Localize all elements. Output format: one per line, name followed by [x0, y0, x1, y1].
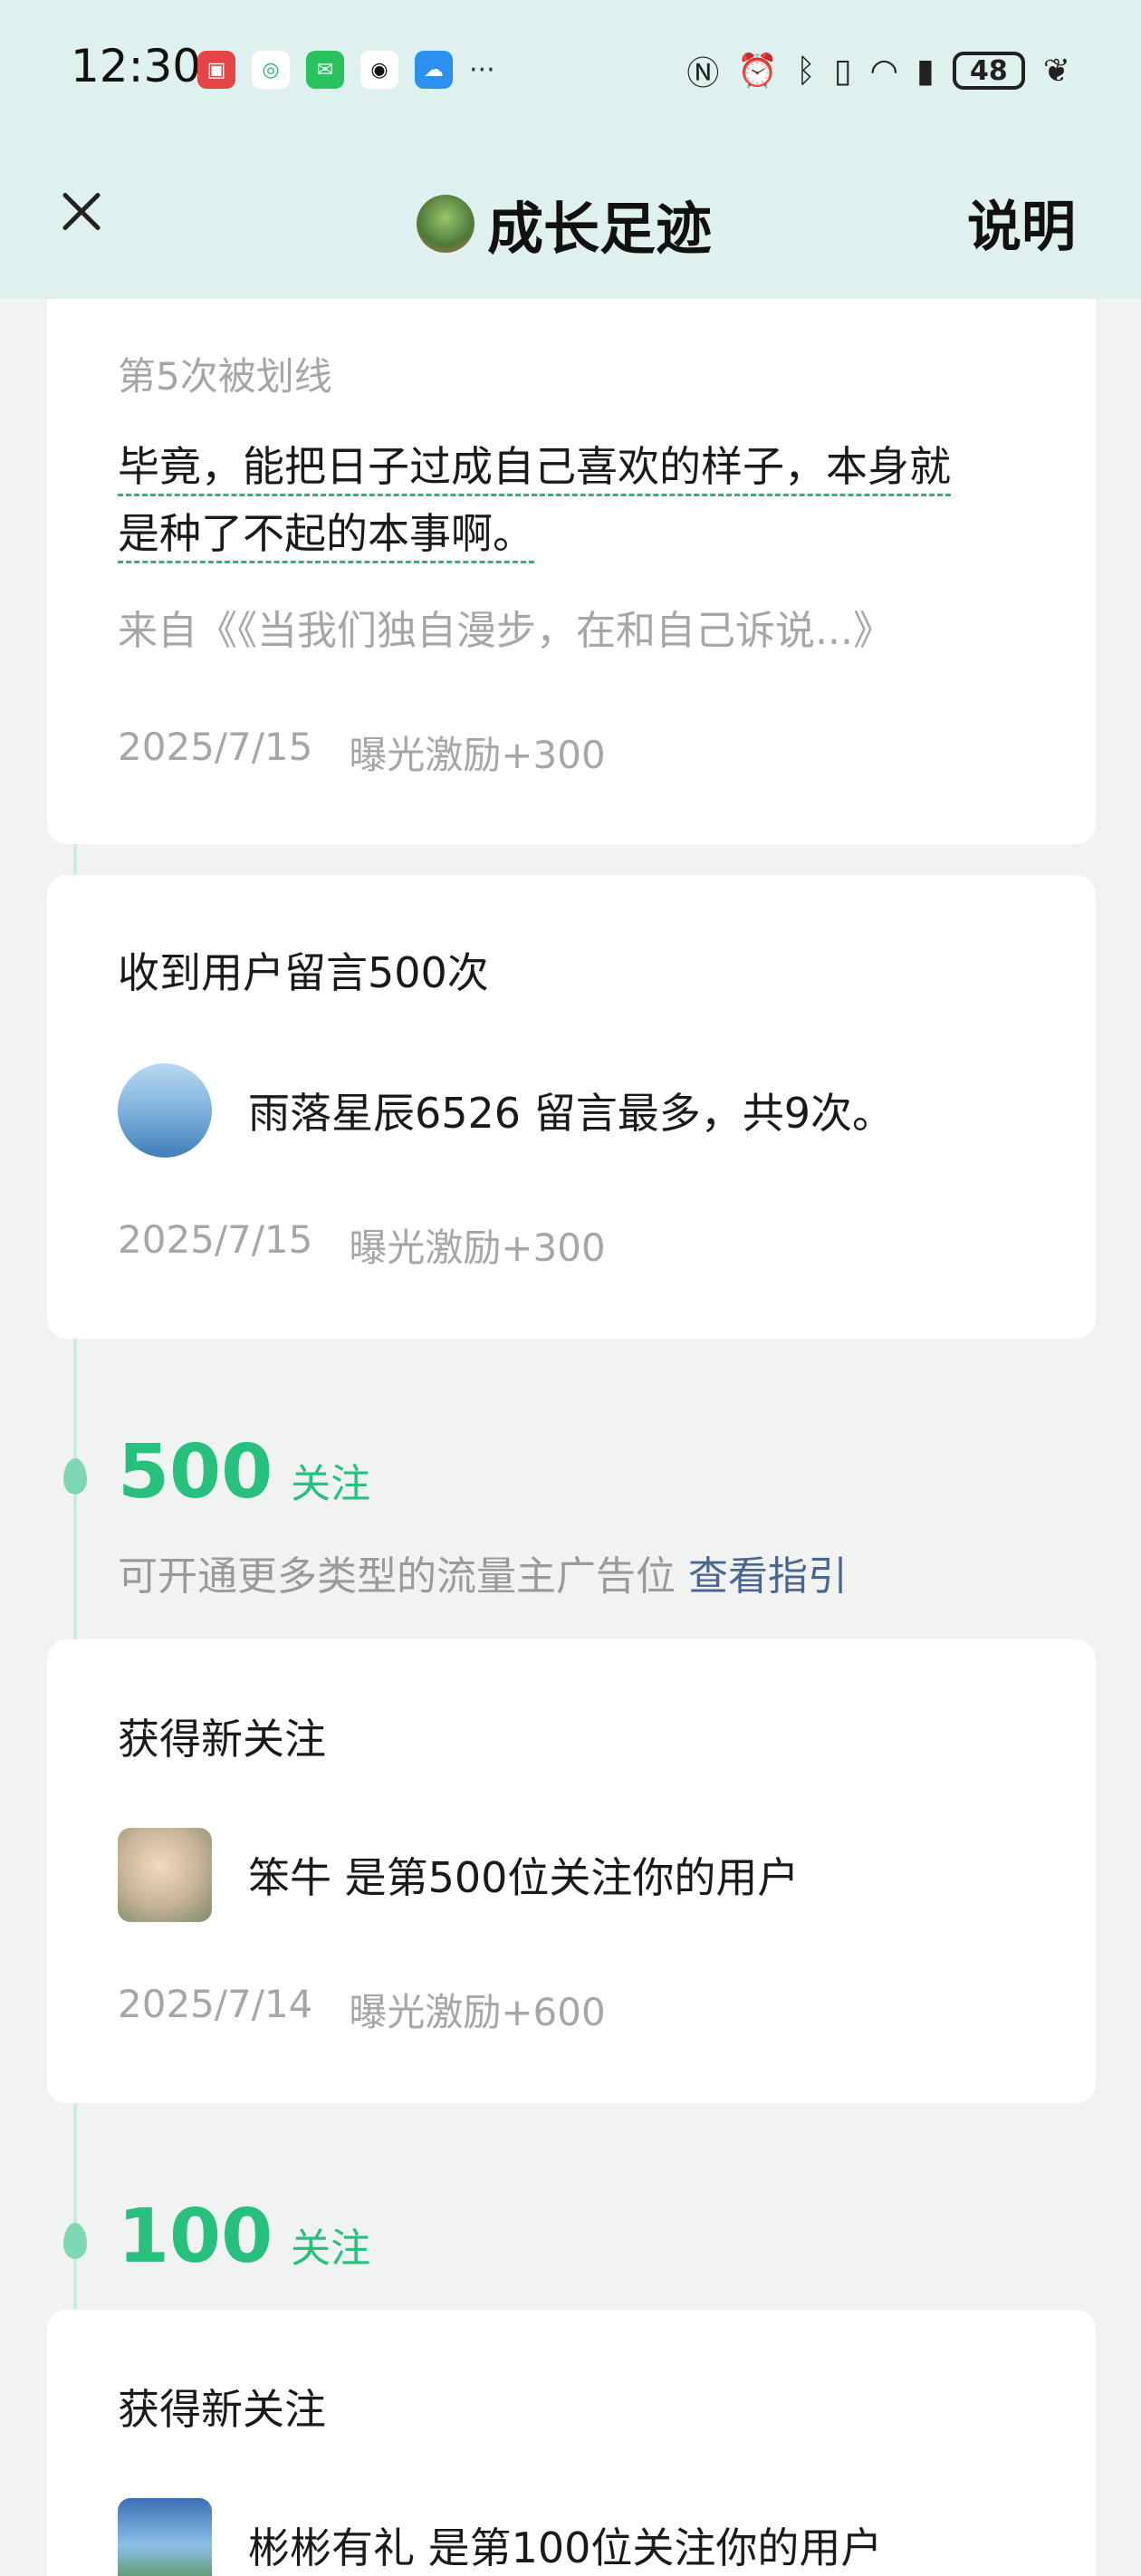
article-source[interactable]: 来自《《当我们独自漫步，在和自己诉说...》: [118, 598, 893, 656]
milestone-desc: 可开通更多类型的流量主广告位 查看指引: [118, 1543, 848, 1601]
milestone-label: 关注: [291, 1461, 371, 1507]
entry-date: 2025/7/15: [118, 1217, 313, 1262]
entry-reward: 曝光激励+600: [349, 1990, 606, 2034]
follower-row[interactable]: 笨牛 是第500位关注你的用户: [118, 1828, 799, 1922]
leaf-icon: ❦: [1042, 52, 1070, 90]
top-commenter-row[interactable]: 雨落星辰6526 留言最多，共9次。: [118, 1063, 894, 1158]
wechat-icon: ✉: [306, 51, 344, 89]
page-title: 成长足迹: [487, 196, 713, 262]
quote-line-2: 是种了不起的本事啊。: [118, 509, 534, 558]
entry-meta: 2025/7/15 曝光激励+300: [118, 725, 606, 780]
nav-bar: 成长足迹 说明: [0, 145, 1141, 281]
qq-icon: ◉: [360, 51, 398, 89]
more-notifications-icon: ···: [469, 53, 495, 86]
underline-card[interactable]: 第5次被划线 毕竟，能把日子过成自己喜欢的样子，本身就 是种了不起的本事啊。 来…: [47, 299, 1096, 844]
status-bar: 12:30 ▣ ◎ ✉ ◉ ☁ ··· Ⓝ ⏰ ᛒ ▯ ◠ ▮ 48 ❦: [0, 0, 1141, 145]
signal-icon: ▮: [916, 52, 935, 90]
card-title: 收到用户留言500次: [118, 948, 489, 997]
avatar: [118, 1828, 212, 1922]
follower-text: 彬彬有礼 是第100位关注你的用户: [248, 2523, 883, 2572]
milestone-marker: [63, 1458, 87, 1495]
view-guide-link[interactable]: 查看指引: [688, 1553, 848, 1600]
cloud-icon: ☁: [415, 51, 453, 89]
status-time: 12:30: [71, 40, 202, 92]
quote-line-1: 毕竟，能把日子过成自己喜欢的样子，本身就: [118, 442, 951, 491]
alarm-icon: ⏰: [737, 53, 779, 90]
huawei-store-icon: ▣: [197, 51, 235, 89]
bluetooth-icon: ᛒ: [796, 52, 816, 90]
milestone-number: 100: [118, 2194, 273, 2280]
entry-reward: 曝光激励+300: [349, 733, 606, 777]
help-button[interactable]: 说明: [967, 183, 1076, 262]
entry-date: 2025/7/14: [118, 1982, 313, 2026]
avatar: [118, 1063, 212, 1158]
underline-count: 第5次被划线: [118, 354, 332, 399]
nav-title-group: 成长足迹: [417, 183, 712, 264]
entry-meta: 2025/7/15 曝光激励+300: [118, 1217, 606, 1273]
new-follower-card[interactable]: 获得新关注 笨牛 是第500位关注你的用户 2025/7/14 曝光激励+600: [47, 1639, 1096, 2103]
card-title: 获得新关注: [118, 1715, 326, 1764]
green-app-icon: ◎: [252, 51, 290, 89]
status-app-icons: ▣ ◎ ✉ ◉ ☁ ···: [197, 51, 495, 89]
wifi-icon: ◠: [869, 52, 899, 90]
milestone-100: 100 关注: [118, 2194, 370, 2280]
new-follower-card[interactable]: 获得新关注 彬彬有礼 是第100位关注你的用户: [47, 2310, 1096, 2576]
milestone-label: 关注: [291, 2225, 371, 2272]
comments-card[interactable]: 收到用户留言500次 雨落星辰6526 留言最多，共9次。 2025/7/15 …: [47, 875, 1096, 1339]
entry-reward: 曝光激励+300: [349, 1226, 606, 1270]
follower-row[interactable]: 彬彬有礼 是第100位关注你的用户: [118, 2498, 882, 2576]
nav-avatar: [417, 195, 475, 253]
avatar: [118, 2498, 212, 2576]
underline-quote: 毕竟，能把日子过成自己喜欢的样子，本身就 是种了不起的本事啊。: [118, 433, 1078, 567]
close-icon[interactable]: [53, 183, 110, 241]
milestone-desc-text: 可开通更多类型的流量主广告位: [118, 1553, 676, 1600]
follower-text: 笨牛 是第500位关注你的用户: [248, 1853, 800, 1902]
card-title: 获得新关注: [118, 2385, 326, 2434]
vibrate-icon: ▯: [833, 52, 852, 90]
milestone-number: 500: [118, 1429, 273, 1515]
top-commenter-text: 雨落星辰6526 留言最多，共9次。: [248, 1089, 894, 1138]
entry-date: 2025/7/15: [118, 725, 313, 769]
battery-indicator: 48: [952, 52, 1025, 90]
milestone-500: 500 关注: [118, 1429, 370, 1515]
nfc-icon: Ⓝ: [686, 55, 720, 92]
status-indicators: Ⓝ ⏰ ᛒ ▯ ◠ ▮ 48 ❦: [686, 47, 1070, 94]
entry-meta: 2025/7/14 曝光激励+600: [118, 1982, 606, 2037]
milestone-marker: [63, 2223, 87, 2259]
